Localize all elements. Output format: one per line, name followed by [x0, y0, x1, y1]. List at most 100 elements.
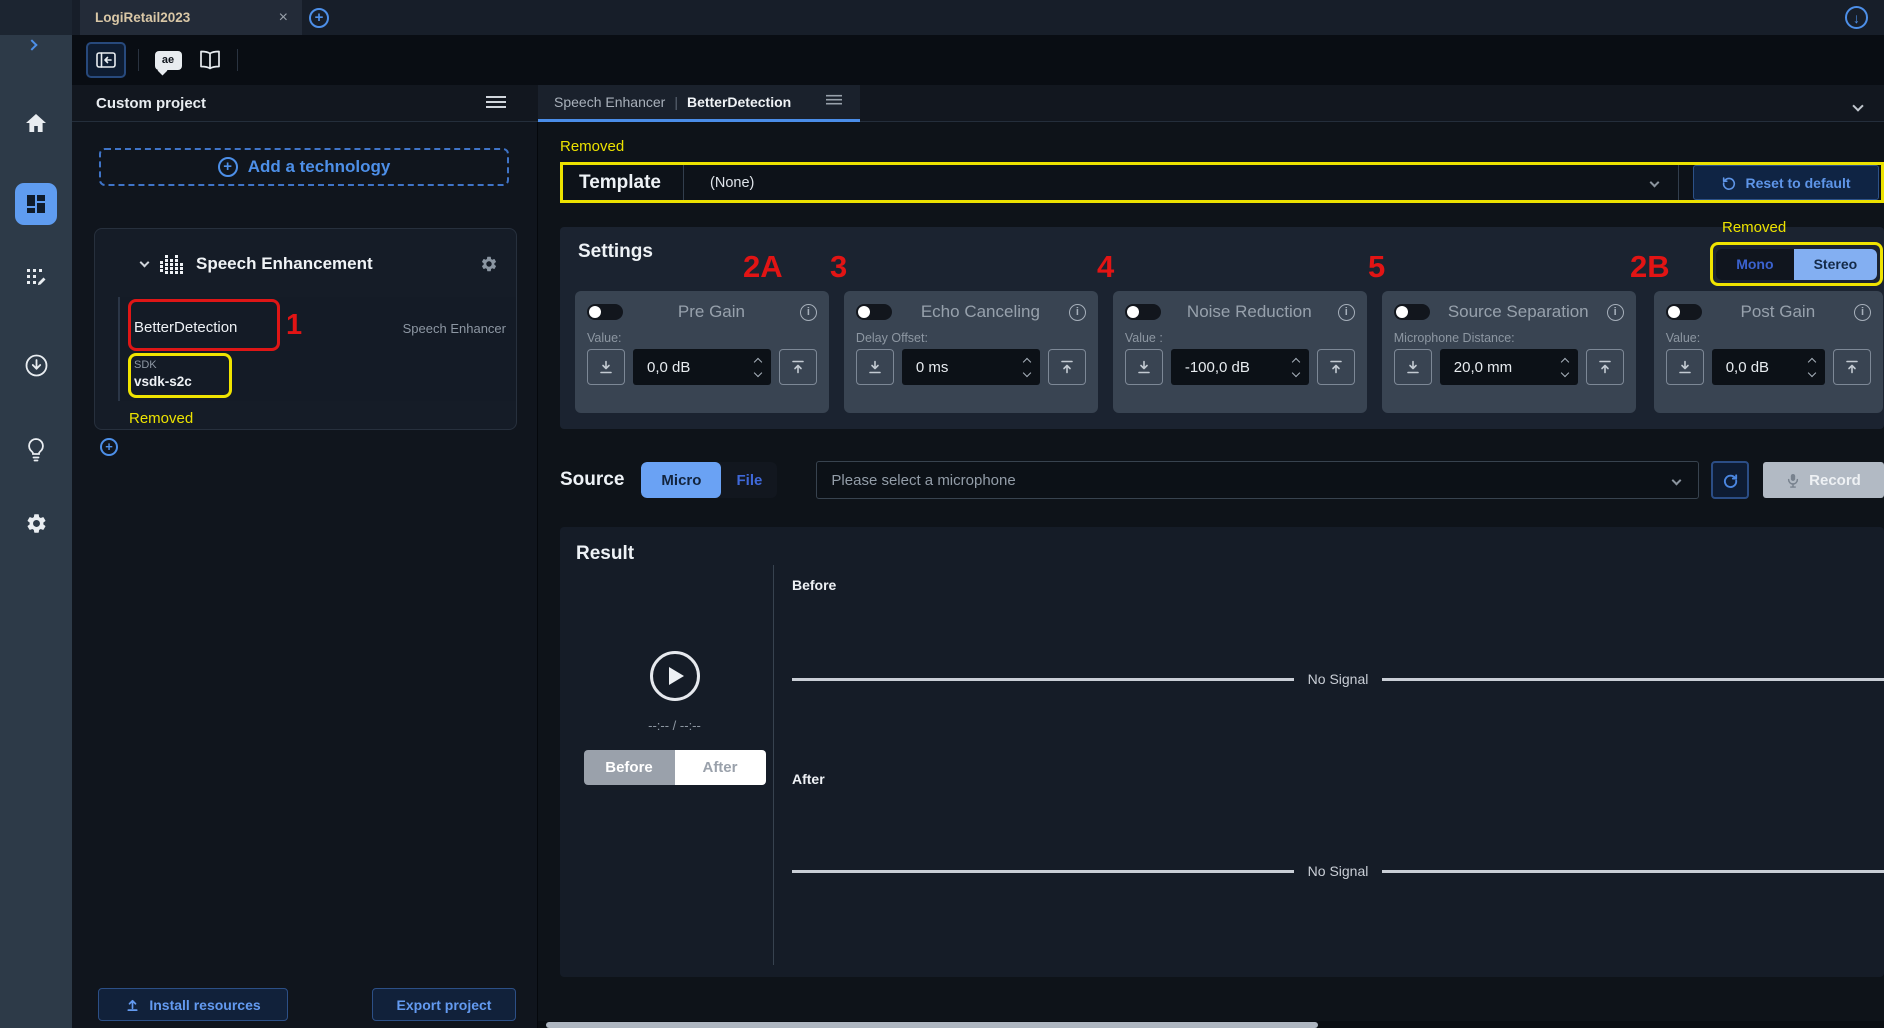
annotation-button[interactable]: ae: [151, 42, 185, 78]
technology-settings-gear-icon[interactable]: [480, 255, 498, 273]
noise-reduction-toggle[interactable]: [1125, 304, 1161, 320]
post-gain-toggle[interactable]: [1666, 304, 1702, 320]
stereo-option[interactable]: Stereo: [1794, 249, 1877, 280]
info-icon[interactable]: [1607, 304, 1624, 321]
import-value-button[interactable]: [1394, 349, 1432, 385]
annotation-number-1: 1: [286, 309, 302, 342]
refresh-devices-button[interactable]: [1711, 461, 1749, 499]
noise-reduction-value[interactable]: -100,0 dB: [1185, 359, 1293, 376]
noise-reduction-input[interactable]: -100,0 dB: [1171, 349, 1309, 385]
sidebar-item-downloads[interactable]: [0, 353, 72, 378]
channels-annotation-box: Mono Stereo: [1710, 242, 1883, 286]
lightbulb-icon: [25, 437, 47, 463]
horizontal-scrollbar-thumb[interactable]: [546, 1022, 1318, 1028]
documentation-button[interactable]: [193, 42, 227, 78]
sidebar-item-settings[interactable]: [0, 512, 72, 535]
file-option[interactable]: File: [721, 462, 777, 498]
microphone-select[interactable]: Please select a microphone: [816, 461, 1699, 499]
sidebar-item-projects[interactable]: [15, 183, 57, 225]
chevron-down-icon: [1650, 178, 1660, 188]
after-option[interactable]: After: [675, 750, 766, 785]
document-tab[interactable]: Speech Enhancer | BetterDetection: [538, 85, 860, 122]
refresh-icon: [1722, 472, 1739, 489]
play-button[interactable]: [650, 651, 700, 701]
add-technology-button[interactable]: Add a technology: [99, 148, 509, 186]
pre-gain-input[interactable]: 0,0 dB: [633, 349, 771, 385]
export-value-button[interactable]: [1586, 349, 1624, 385]
echo-canceling-value[interactable]: 0 ms: [916, 359, 1024, 376]
icon-sidebar: [0, 0, 72, 1028]
pre-gain-toggle[interactable]: [587, 304, 623, 320]
after-waveform: No Signal: [792, 863, 1884, 879]
import-value-button[interactable]: [1125, 349, 1163, 385]
noise-reduction-title: Noise Reduction: [1161, 302, 1338, 322]
tabbar-overflow-icon[interactable]: [1854, 97, 1862, 115]
main-content: Removed Template (None) Reset to default…: [538, 122, 1884, 1028]
enhancer-item[interactable]: BetterDetection Speech Enhancer SDK vsdk…: [118, 297, 516, 401]
sidebar-item-ideas[interactable]: [0, 437, 72, 463]
info-icon[interactable]: [1069, 304, 1086, 321]
export-value-button[interactable]: [1048, 349, 1086, 385]
tab-menu-icon[interactable]: [826, 94, 842, 109]
record-button[interactable]: Record: [1763, 462, 1884, 498]
card-header[interactable]: Speech Enhancement: [95, 229, 516, 275]
export-value-button[interactable]: [779, 349, 817, 385]
collapse-icon[interactable]: [140, 258, 150, 268]
before-after-toggle[interactable]: Before After: [584, 750, 766, 785]
source-separation-value[interactable]: 20,0 mm: [1454, 359, 1562, 376]
removed-annotation-sdk: Removed: [129, 410, 193, 427]
stepper[interactable]: [1562, 359, 1568, 376]
pre-gain-value[interactable]: 0,0 dB: [647, 359, 755, 376]
install-resources-button[interactable]: Install resources: [98, 988, 288, 1021]
echo-canceling-toggle[interactable]: [856, 304, 892, 320]
export-value-button[interactable]: [1317, 349, 1355, 385]
post-gain-value[interactable]: 0,0 dB: [1726, 359, 1809, 376]
export-value-button[interactable]: [1833, 349, 1871, 385]
stepper[interactable]: [1024, 359, 1030, 376]
sidebar-item-home[interactable]: [0, 112, 72, 134]
info-icon[interactable]: [1338, 304, 1355, 321]
post-gain-input[interactable]: 0,0 dB: [1712, 349, 1825, 385]
info-icon[interactable]: [800, 304, 817, 321]
app-window: LogiRetail2023 × ae Cus: [0, 0, 1884, 1028]
before-option[interactable]: Before: [584, 750, 675, 785]
updates-download-icon[interactable]: [1845, 6, 1868, 29]
new-tab-button[interactable]: [309, 8, 329, 28]
value-label: Value:: [1666, 331, 1871, 345]
stepper[interactable]: [1809, 359, 1815, 376]
source-separation-toggle[interactable]: [1394, 304, 1430, 320]
plus-icon: [309, 8, 329, 28]
signal-line: [1382, 870, 1884, 873]
source-separation-input[interactable]: 20,0 mm: [1440, 349, 1578, 385]
panel-menu-icon[interactable]: [486, 96, 506, 115]
technology-title: Speech Enhancement: [196, 254, 469, 274]
sidebar-item-models[interactable]: [0, 266, 72, 290]
info-icon[interactable]: [1854, 304, 1871, 321]
template-select[interactable]: (None): [683, 165, 1678, 200]
stepper[interactable]: [755, 359, 761, 376]
add-speech-enhancer-link[interactable]: [100, 438, 127, 456]
project-tab[interactable]: LogiRetail2023 ×: [80, 0, 302, 35]
mono-option[interactable]: Mono: [1716, 249, 1794, 280]
reset-to-default-button[interactable]: Reset to default: [1693, 165, 1879, 200]
close-tab-icon[interactable]: ×: [279, 9, 288, 27]
horizontal-scrollbar: [538, 1021, 1884, 1028]
stepper[interactable]: [1293, 359, 1299, 376]
annotation-5: 5: [1368, 249, 1385, 285]
project-tab-title: LogiRetail2023: [95, 10, 190, 25]
import-value-button[interactable]: [1666, 349, 1704, 385]
micro-option[interactable]: Micro: [641, 462, 721, 498]
ae-bubble-icon: ae: [155, 51, 182, 70]
project-panel-button[interactable]: [86, 42, 126, 78]
panel-title: Custom project: [96, 85, 206, 122]
enhancer-name[interactable]: BetterDetection: [134, 319, 237, 336]
expand-sidebar-icon[interactable]: [28, 36, 36, 54]
source-separation-title: Source Separation: [1430, 302, 1607, 322]
import-value-button[interactable]: [856, 349, 894, 385]
source-type-toggle[interactable]: Micro File: [641, 462, 777, 498]
import-value-button[interactable]: [587, 349, 625, 385]
echo-canceling-input[interactable]: 0 ms: [902, 349, 1040, 385]
channel-toggle[interactable]: Mono Stereo: [1716, 249, 1877, 280]
export-project-button[interactable]: Export project: [372, 988, 516, 1021]
plus-icon: [100, 438, 118, 456]
